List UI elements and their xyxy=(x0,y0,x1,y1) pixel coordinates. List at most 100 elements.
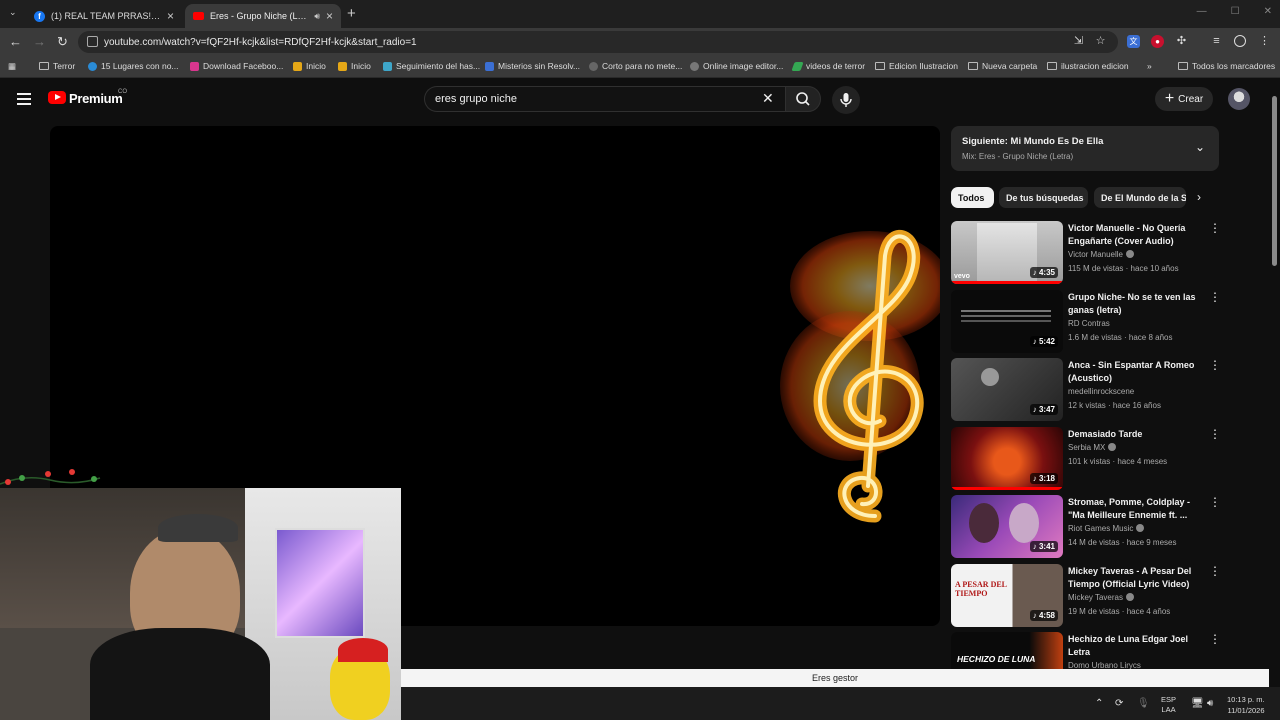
video-title[interactable]: Demasiado Tarde xyxy=(1068,428,1202,441)
sync-icon[interactable]: ⟳ xyxy=(1115,698,1123,709)
back-icon[interactable]: ← xyxy=(9,34,22,49)
list-item[interactable]: ♪ 3:18 Demasiado Tarde Serbia MX 101 k v… xyxy=(951,427,1251,491)
premium-logo-text[interactable]: Premium xyxy=(69,91,123,106)
clock-time: 10:13 p. m. xyxy=(1227,695,1265,704)
list-item[interactable]: A PESAR DEL TIEMPO ♪ 4:58 Mickey Taveras… xyxy=(951,564,1251,628)
duration-text: 3:47 xyxy=(1038,405,1055,414)
bookmark-item[interactable]: Misterios sin Resolv... xyxy=(485,61,580,71)
bookmark-item[interactable]: Inicio xyxy=(338,61,371,71)
video-thumbnail[interactable]: ♪ 3:47 xyxy=(951,358,1063,421)
chip-from-searches[interactable]: De tus búsquedas xyxy=(999,187,1088,208)
bookmark-item[interactable]: Terror xyxy=(39,61,75,71)
scrollbar-thumb[interactable] xyxy=(1272,96,1277,266)
more-options-icon[interactable]: ⋮ xyxy=(1209,428,1221,440)
page-scrollbar[interactable] xyxy=(1270,84,1278,670)
bookmark-item[interactable]: Seguimiento del has... xyxy=(383,61,480,71)
site-info-icon[interactable] xyxy=(87,36,98,47)
more-options-icon[interactable]: ⋮ xyxy=(1209,291,1221,303)
chevron-down-icon[interactable]: ⌄ xyxy=(1195,140,1205,154)
url-field[interactable]: youtube.com/watch?v=fQF2Hf-kcjk&list=RDf… xyxy=(78,31,1118,53)
more-options-icon[interactable]: ⋮ xyxy=(1209,359,1221,371)
apps-grid-icon[interactable]: ▦ xyxy=(8,61,16,72)
audio-playing-icon[interactable]: 🔊︎ xyxy=(314,11,320,22)
search-input[interactable]: eres grupo niche xyxy=(424,86,786,112)
bookmark-item[interactable]: ilustracion edicion xyxy=(1047,61,1129,71)
close-tab-icon[interactable]: × xyxy=(326,9,333,23)
more-options-icon[interactable]: ⋮ xyxy=(1209,496,1221,508)
translate-extension-icon[interactable]: 文 xyxy=(1127,35,1140,48)
bookmark-item[interactable]: Nueva carpeta xyxy=(968,61,1037,71)
list-item[interactable]: ♪ 3:47 Anca - Sin Espantar A Romeo (Acus… xyxy=(951,358,1251,422)
bookmark-item[interactable]: Edicion Ilustracion xyxy=(875,61,958,71)
video-title[interactable]: Grupo Niche- No se te ven las ganas (let… xyxy=(1068,291,1202,317)
video-thumbnail[interactable]: vevo ♪ 4:35 xyxy=(951,221,1063,284)
reload-icon[interactable]: ↻ xyxy=(57,34,68,50)
volume-icon[interactable]: 🔊︎ xyxy=(1207,698,1213,709)
tab-search-chevron-icon[interactable]: ⌄ xyxy=(9,7,17,18)
chip-channel[interactable]: De El Mundo de la Salsa xyxy=(1094,187,1186,208)
video-title[interactable]: Stromae, Pomme, Coldplay - "Ma Meilleure… xyxy=(1068,496,1202,522)
profile-icon[interactable] xyxy=(1234,35,1246,47)
list-item[interactable]: HECHIZO DE LUNA Hechizo de Luna Edgar Jo… xyxy=(951,632,1251,670)
video-meta: 14 M de vistas · hace 9 meses xyxy=(1068,538,1177,547)
tray-expand-icon[interactable]: ⌃ xyxy=(1095,698,1103,709)
more-bookmarks-icon[interactable]: » xyxy=(1147,61,1152,71)
extension-icon[interactable]: ● xyxy=(1151,35,1164,48)
install-app-icon[interactable]: ⇲ xyxy=(1072,35,1085,48)
close-window-icon[interactable]: ✕ xyxy=(1264,6,1272,17)
search-button[interactable] xyxy=(785,86,821,112)
video-thumbnail[interactable]: HECHIZO DE LUNA xyxy=(951,632,1063,670)
avatar[interactable] xyxy=(1228,88,1250,110)
bookmark-item[interactable]: Corto para no mete... xyxy=(589,61,682,71)
new-tab-icon[interactable]: + xyxy=(347,5,356,22)
microphone-tray-icon[interactable]: 🎙︎ xyxy=(1137,698,1150,709)
more-options-icon[interactable]: ⋮ xyxy=(1209,222,1221,234)
network-icon[interactable]: 🖥︎ xyxy=(1191,698,1204,709)
chip-all[interactable]: Todos xyxy=(951,187,994,208)
reading-list-icon[interactable]: ≡ xyxy=(1210,35,1223,48)
video-title[interactable]: Mickey Taveras - A Pesar Del Tiempo (Off… xyxy=(1068,565,1202,591)
tab-facebook[interactable]: f (1) REAL TEAM PRRAS! | Facebook × xyxy=(26,4,182,28)
language-indicator[interactable]: ESP LAA xyxy=(1161,695,1176,715)
video-title[interactable]: Anca - Sin Espantar A Romeo (Acustico) xyxy=(1068,359,1202,385)
close-tab-icon[interactable]: × xyxy=(167,9,174,23)
list-item[interactable]: vevo ♪ 4:35 Victor Manuelle - No Quería … xyxy=(951,221,1251,285)
clear-search-icon[interactable]: ✕ xyxy=(762,90,774,107)
youtube-logo-icon[interactable] xyxy=(48,91,66,104)
bookmark-item[interactable]: videos de terror xyxy=(791,61,865,71)
tab-youtube[interactable]: Eres - Grupo Niche (Letra) 🔊︎ × xyxy=(185,4,341,28)
video-title[interactable]: Hechizo de Luna Edgar Joel Letra xyxy=(1068,633,1202,659)
video-thumbnail[interactable]: ♪ 3:41 xyxy=(951,495,1063,558)
create-button[interactable]: + Crear xyxy=(1155,87,1213,111)
more-options-icon[interactable]: ⋮ xyxy=(1209,565,1221,577)
list-item[interactable]: ♪ 3:41 Stromae, Pomme, Coldplay - "Ma Me… xyxy=(951,495,1251,559)
chevron-right-icon[interactable]: › xyxy=(1197,190,1201,204)
channel-name[interactable]: RD Contras xyxy=(1068,319,1110,328)
more-options-icon[interactable]: ⋮ xyxy=(1209,633,1221,645)
channel-name[interactable]: medellinrockscene xyxy=(1068,387,1134,396)
all-bookmarks[interactable]: Todos los marcadores xyxy=(1178,61,1275,71)
list-item[interactable]: ♪ 5:42 Grupo Niche- No se te ven las gan… xyxy=(951,290,1251,354)
next-up-panel[interactable]: Siguiente: Mi Mundo Es De Ella Mix: Eres… xyxy=(951,126,1219,171)
voice-search-button[interactable] xyxy=(832,86,860,114)
browser-menu-icon[interactable]: ⋮ xyxy=(1258,35,1271,48)
video-thumbnail[interactable]: ♪ 5:42 xyxy=(951,290,1063,353)
bookmark-item[interactable]: Online image editor... xyxy=(690,61,783,71)
video-thumbnail[interactable]: A PESAR DEL TIEMPO ♪ 4:58 xyxy=(951,564,1063,627)
forward-icon[interactable]: → xyxy=(33,34,46,49)
bookmark-star-icon[interactable]: ☆ xyxy=(1094,35,1107,48)
extensions-puzzle-icon[interactable]: ✣ xyxy=(1175,35,1188,48)
channel-name[interactable]: Mickey Taveras xyxy=(1068,593,1134,602)
video-thumbnail[interactable]: ♪ 3:18 xyxy=(951,427,1063,490)
system-clock[interactable]: 10:13 p. m. 11/01/2026 xyxy=(1227,694,1265,716)
video-title[interactable]: Victor Manuelle - No Quería Engañarte (C… xyxy=(1068,222,1202,248)
channel-name[interactable]: Serbia MX xyxy=(1068,443,1117,452)
bookmark-item[interactable]: Download Faceboo... xyxy=(190,61,283,71)
bookmark-item[interactable]: Inicio xyxy=(293,61,326,71)
maximize-icon[interactable]: ☐ xyxy=(1231,6,1240,17)
channel-name[interactable]: Riot Games Music xyxy=(1068,524,1145,533)
bookmark-item[interactable]: 15 Lugares con no... xyxy=(88,61,179,71)
minimize-icon[interactable]: — xyxy=(1197,6,1207,17)
channel-name[interactable]: Victor Manuelle xyxy=(1068,250,1134,259)
hamburger-menu-icon[interactable] xyxy=(17,93,31,105)
